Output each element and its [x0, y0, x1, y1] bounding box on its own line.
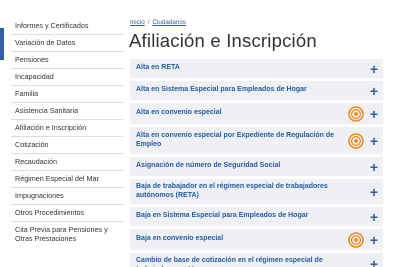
accordion-item-label: Baja de trabajador en el régimen especia…: [136, 183, 328, 199]
expand-plus-icon[interactable]: +: [370, 185, 378, 199]
procedure-accordion: Alta en RETA + Alta en Sistema Especial …: [130, 59, 383, 267]
accordion-item-cambio-base-cotizacion[interactable]: Cambio de base de cotización en el régim…: [130, 253, 383, 267]
accordion-item-asignacion-nss[interactable]: Asignación de número de Seguridad Social…: [130, 157, 383, 176]
expand-plus-icon[interactable]: +: [370, 134, 378, 148]
sidebar-active-indicator: [0, 28, 4, 60]
accordion-item-label: Alta en Sistema Especial para Empleados …: [136, 86, 307, 94]
sidebar-item-variacion-datos[interactable]: Variación de Datos: [11, 35, 123, 52]
accordion-item-label: Cambio de base de cotización en el régim…: [136, 257, 323, 267]
at-sign-electronic-service-icon: [348, 132, 364, 149]
sidebar-item-asistencia-sanitaria[interactable]: Asistencia Sanitaria: [11, 103, 123, 120]
accordion-item-label: Alta en RETA: [136, 64, 180, 72]
expand-plus-icon[interactable]: +: [370, 84, 378, 98]
sidebar-item-regimen-mar[interactable]: Régimen Especial del Mar: [11, 171, 123, 188]
expand-plus-icon[interactable]: +: [370, 210, 378, 224]
accordion-item-label: Alta en convenio especial: [136, 109, 222, 117]
accordion-item-baja-convenio-especial[interactable]: Baja en convenio especial +: [130, 229, 383, 250]
sidebar-item-pensiones[interactable]: Pensiones: [11, 52, 123, 69]
sidebar-item-incapacidad[interactable]: Incapacidad: [11, 69, 123, 86]
expand-plus-icon[interactable]: +: [370, 107, 378, 121]
sidebar-item-familia[interactable]: Familia: [11, 86, 123, 103]
accordion-item-baja-reta[interactable]: Baja de trabajador en el régimen especia…: [130, 179, 383, 204]
accordion-item-baja-empleados-hogar[interactable]: Baja en Sistema Especial para Empleados …: [130, 207, 383, 226]
breadcrumb-separator: /: [147, 19, 150, 26]
breadcrumb: Inicio / Ciudadanos: [130, 19, 186, 26]
accordion-item-alta-convenio-ere[interactable]: Alta en convenio especial por Expediente…: [130, 127, 383, 154]
accordion-item-alta-reta[interactable]: Alta en RETA +: [130, 59, 383, 78]
sidebar-item-recaudacion[interactable]: Recaudación: [11, 154, 123, 171]
page: Informes y Certificados Variación de Dat…: [0, 0, 400, 267]
page-title: Afiliación e Inscripción: [129, 30, 317, 51]
sidebar-nav: Informes y Certificados Variación de Dat…: [11, 21, 123, 247]
breadcrumb-link-inicio[interactable]: Inicio: [130, 19, 145, 26]
expand-plus-icon[interactable]: +: [370, 62, 378, 76]
accordion-item-label: Baja en convenio especial: [136, 235, 224, 243]
expand-plus-icon[interactable]: +: [370, 160, 378, 174]
sidebar-item-cita-previa[interactable]: Cita Previa para Pensiones y Otras Prest…: [11, 222, 123, 247]
sidebar-item-impugnaciones[interactable]: Impugnaciones: [11, 188, 123, 205]
sidebar-item-cotizacion[interactable]: Cotización: [11, 137, 123, 154]
sidebar-item-informes[interactable]: Informes y Certificados: [11, 21, 123, 35]
sidebar-item-afiliacion[interactable]: Afiliación e Inscripción: [11, 120, 123, 137]
at-sign-electronic-service-icon: [348, 231, 364, 248]
expand-plus-icon[interactable]: +: [370, 257, 378, 267]
accordion-item-label: Baja en Sistema Especial para Empleados …: [136, 212, 309, 220]
accordion-item-label: Asignación de número de Seguridad Social: [136, 162, 281, 170]
breadcrumb-link-ciudadanos[interactable]: Ciudadanos: [152, 19, 186, 26]
accordion-item-label: Alta en convenio especial por Expediente…: [136, 132, 334, 148]
at-sign-electronic-service-icon: [348, 105, 364, 122]
accordion-item-alta-empleados-hogar[interactable]: Alta en Sistema Especial para Empleados …: [130, 81, 383, 100]
sidebar-item-otros-procedimientos[interactable]: Otros Procedimientos: [11, 205, 123, 222]
expand-plus-icon[interactable]: +: [370, 233, 378, 247]
accordion-item-alta-convenio-especial[interactable]: Alta en convenio especial +: [130, 103, 383, 124]
